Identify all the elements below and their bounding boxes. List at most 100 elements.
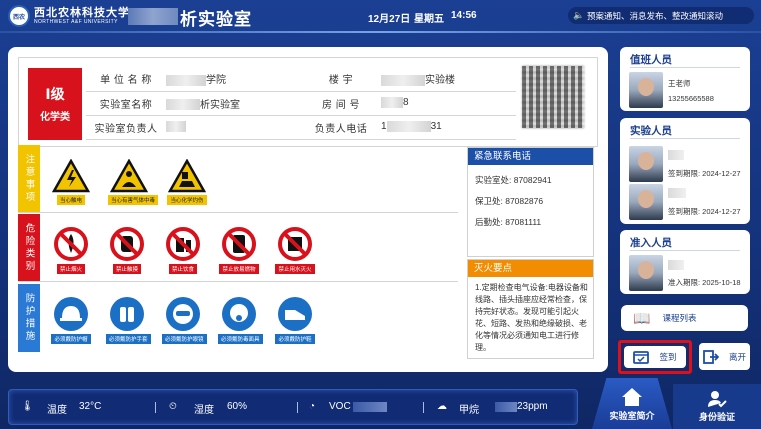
avatar-face [638,152,654,170]
weekday-display: 星期五 [414,14,444,25]
duty-name: 王老师 [668,79,691,88]
calendar-check-icon [633,351,650,364]
page-title: 析实验室 [180,10,252,29]
redacted-name [668,260,684,270]
danger-label: 禁止烟火 [56,264,85,274]
sign-in-button[interactable]: 签到 [624,346,686,368]
phone-value: 1 31 [381,115,516,140]
staff-expiry: 签到期限: 2024-12-27 [668,169,741,178]
duty-panel: 值班人员 王老师 13255665588 [620,47,750,111]
no-food-sign: 禁止饮食 [162,226,204,274]
temperature-label: 温度 [47,405,67,416]
lab-staff-title: 实验人员 [630,125,672,137]
redacted-block [166,75,206,87]
room-value-text: 8 [403,97,409,109]
course-list-button[interactable]: 📖 课程列表 [621,305,748,331]
phone-value-end: 31 [430,121,442,133]
emergency-contact-panel: 紧急联系电话 实验室处: 87082941 保卫处: 87082876 后勤处:… [467,147,594,257]
ticker-text: 预案通知、消息发布、整改通知滚动 [587,10,724,21]
caution-chemical-sign: 当心化学灼伤 [166,159,208,205]
methane-label: 甲烷 [459,405,479,416]
separator [297,402,298,413]
caution-gas-sign: 当心有害气体中毒 [108,159,159,205]
caution-label: 当心化学灼伤 [167,195,207,205]
helmet-sign: 必须戴防护帽 [50,296,92,344]
no-fire-sign: 禁止烟火 [50,226,92,274]
protection-label: 必须戴防护眼镜 [162,334,207,344]
avatar-face [638,261,654,279]
course-list-label: 课程列表 [662,313,697,323]
caution-label: 当心有害气体中毒 [108,195,159,205]
no-touch-sign: 禁止触摸 [106,226,148,274]
danger-label: 禁止触摸 [112,264,141,274]
methane-value: 23ppm [517,401,548,412]
manager-value [166,115,301,140]
divider [630,138,740,139]
cloud-icon: ☁ [437,401,447,412]
goggles-sign: 必须戴防护眼镜 [162,296,207,344]
redacted-block [166,121,186,133]
manager-label: 实验室负责人 [86,115,166,140]
notice-ticker[interactable]: 🔈 预案通知、消息发布、整改通知滚动 [568,7,754,24]
avatar [629,255,663,291]
lab-intro-nav[interactable]: 实验室简介 [592,378,672,429]
redacted-block [166,99,200,111]
caution-row: 注意事项 当心触电 当心有害气体中毒 当心化学灼伤 [18,145,458,213]
building-value: 实验楼 [381,67,516,92]
humidity-label: 湿度 [194,405,214,416]
caution-label: 当心触电 [56,195,85,205]
voc-label: VOC [329,401,351,412]
sign-in-highlight: 签到 [618,340,692,374]
protection-label: 必须戴防护鞋 [275,334,315,344]
university-logo: 西农 西北农林科技大学 NORTHWEST A&F UNIVERSITY [8,5,130,27]
gloves-sign: 必须戴防护手套 [106,296,151,344]
contact-lab: 实验室处: 87082941 [475,175,552,185]
logo-chinese-name: 西北农林科技大学 [34,5,130,19]
avatar [629,146,663,182]
danger-label: 禁止放易燃物 [219,264,259,274]
divider [630,250,740,251]
room-label: 房 间 号 [301,91,381,116]
hazard-type: 化学类 [40,112,70,123]
leave-button[interactable]: 离开 [699,343,750,370]
staff-expiry: 签到期限: 2024-12-27 [668,207,741,216]
fire-text: 1.定期检查电气设备:电器设备和线路、插头插座应经常检查，保持完好状态。发现可能… [475,283,588,352]
redacted-block [381,75,425,87]
redacted-methane-prefix [495,402,517,412]
book-icon: 📖 [633,309,651,326]
identity-verify-nav[interactable]: 身份验证 [673,384,761,429]
contact-logistics: 后勤处: 87081111 [475,217,542,227]
protection-row: 防护措施 必须戴防护帽 必须戴防护手套 必须戴防护眼镜 必须戴防毒面具 必须戴防… [18,284,458,352]
header-divider [0,31,761,33]
no-flammable-sign: 禁止放易燃物 [218,226,260,274]
hazard-level-badge: Ⅰ级 化学类 [28,68,82,140]
protection-label: 必须戴防毒面具 [218,334,263,344]
avatar [629,72,663,108]
contact-title: 紧急联系电话 [468,148,593,165]
lab-name-value: 析实验室 [166,91,301,116]
no-water-sign: 禁止用水灭火 [274,226,316,274]
speaker-icon: 🔈 [573,10,585,20]
duty-title: 值班人员 [630,54,672,66]
danger-row: 危险类别 禁止烟火 禁止触摸 禁止饮食 禁止放易燃物 禁止用水灭火 [18,214,458,282]
unit-value-text: 学院 [206,75,226,87]
redacted-voc-value [353,402,387,412]
caution-title: 注意事项 [18,145,40,212]
admitted-panel: 准入人员 准入期限: 2025-10-18 [620,230,750,294]
header: 西农 西北农林科技大学 NORTHWEST A&F UNIVERSITY 析实验… [0,0,761,34]
lab-name-value-text: 析实验室 [200,99,240,111]
redacted-name [668,150,684,160]
avatar-face [638,78,654,96]
voc-icon: ◔ [309,401,316,412]
leave-label: 离开 [728,351,746,362]
safety-signs: 注意事项 当心触电 当心有害气体中毒 当心化学灼伤 危险类别 禁止烟火 禁止触摸… [18,145,458,360]
danger-label: 禁止饮食 [168,264,197,274]
sign-in-label: 签到 [659,352,677,362]
redacted-block [386,121,431,133]
gas-mask-sign: 必须戴防毒面具 [218,296,263,344]
danger-title: 危险类别 [18,214,40,281]
admitted-title: 准入人员 [630,237,672,249]
title-redacted-block [128,8,178,25]
separator [155,402,156,413]
protection-title: 防护措施 [18,284,40,352]
